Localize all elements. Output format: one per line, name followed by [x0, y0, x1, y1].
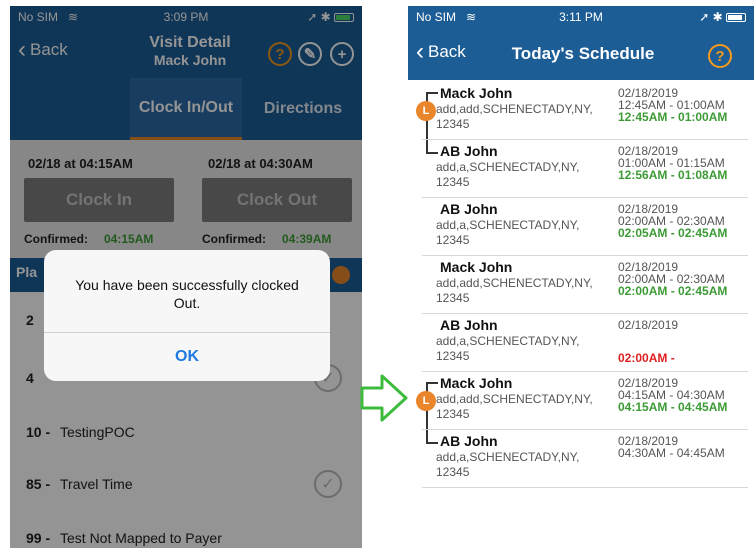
group-bracket: [426, 140, 438, 154]
todays-schedule-screen: No SIM ≋ 3:11 PM ➚ ✱ ‹ Back Today's Sche…: [408, 6, 754, 548]
client-name: AB John: [440, 433, 498, 449]
actual-time: 02:00AM - 02:45AM: [618, 284, 728, 298]
client-address: add,add,SCHENECTADY,NY, 12345: [436, 392, 593, 421]
actual-time: 12:45AM - 01:00AM: [618, 110, 728, 124]
alert-dialog: You have been successfully clocked Out. …: [44, 250, 330, 381]
battery-icon: ➚ ✱: [699, 10, 746, 24]
actual-time: 12:56AM - 01:08AM: [618, 168, 728, 182]
ok-button[interactable]: OK: [44, 332, 330, 381]
client-address: add,a,SCHENECTADY,NY, 12345: [436, 334, 580, 363]
visit-row[interactable]: AB John add,a,SCHENECTADY,NY, 12345 02/1…: [422, 198, 748, 256]
actual-time: 02:00AM -: [618, 351, 675, 365]
visit-row[interactable]: Mack John add,add,SCHENECTADY,NY, 12345 …: [422, 256, 748, 314]
client-address: add,add,SCHENECTADY,NY, 12345: [436, 276, 593, 305]
late-badge: L: [416, 391, 436, 411]
client-name: Mack John: [440, 259, 513, 275]
actual-time: 02:05AM - 02:45AM: [618, 226, 728, 240]
client-name: Mack John: [440, 85, 513, 101]
status-bar: No SIM ≋ 3:11 PM ➚ ✱: [408, 6, 754, 30]
scheduled-time: 04:30AM - 04:45AM: [618, 446, 725, 460]
visit-row[interactable]: AB John add,a,SCHENECTADY,NY, 12345 02/1…: [422, 314, 748, 372]
page-title: Today's Schedule: [511, 44, 655, 63]
visit-row[interactable]: L Mack John add,add,SCHENECTADY,NY, 1234…: [416, 82, 748, 140]
visit-date: 02/18/2019: [618, 318, 679, 332]
visit-row[interactable]: AB John add,a,SCHENECTADY,NY, 12345 02/1…: [422, 140, 748, 198]
client-address: add,a,SCHENECTADY,NY, 12345: [436, 218, 580, 247]
client-name: Mack John: [440, 375, 513, 391]
nav-bar: ‹ Back Today's Schedule ?: [408, 30, 754, 80]
actual-time: 04:15AM - 04:45AM: [618, 400, 728, 414]
visit-row[interactable]: AB John add,a,SCHENECTADY,NY, 12345 02/1…: [422, 430, 748, 488]
arrow-right-icon: [360, 374, 408, 422]
chevron-left-icon: ‹: [416, 38, 424, 65]
group-bracket: [426, 430, 438, 444]
client-name: AB John: [440, 143, 498, 159]
visit-row[interactable]: L Mack John add,add,SCHENECTADY,NY, 1234…: [416, 372, 748, 430]
client-address: add,a,SCHENECTADY,NY, 12345: [436, 450, 580, 479]
back-button[interactable]: ‹ Back: [416, 38, 466, 65]
help-icon[interactable]: ?: [708, 44, 732, 68]
client-address: add,a,SCHENECTADY,NY, 12345: [436, 160, 580, 189]
visit-detail-screen: No SIM ≋ 3:09 PM ➚ ✱ ‹ Back Visit Detail…: [10, 6, 362, 548]
alert-message: You have been successfully clocked Out.: [75, 277, 299, 311]
client-name: AB John: [440, 201, 498, 217]
late-badge: L: [416, 101, 436, 121]
back-label: Back: [428, 42, 466, 61]
client-address: add,add,SCHENECTADY,NY, 12345: [436, 102, 593, 131]
schedule-list: L Mack John add,add,SCHENECTADY,NY, 1234…: [416, 82, 748, 488]
client-name: AB John: [440, 317, 498, 333]
